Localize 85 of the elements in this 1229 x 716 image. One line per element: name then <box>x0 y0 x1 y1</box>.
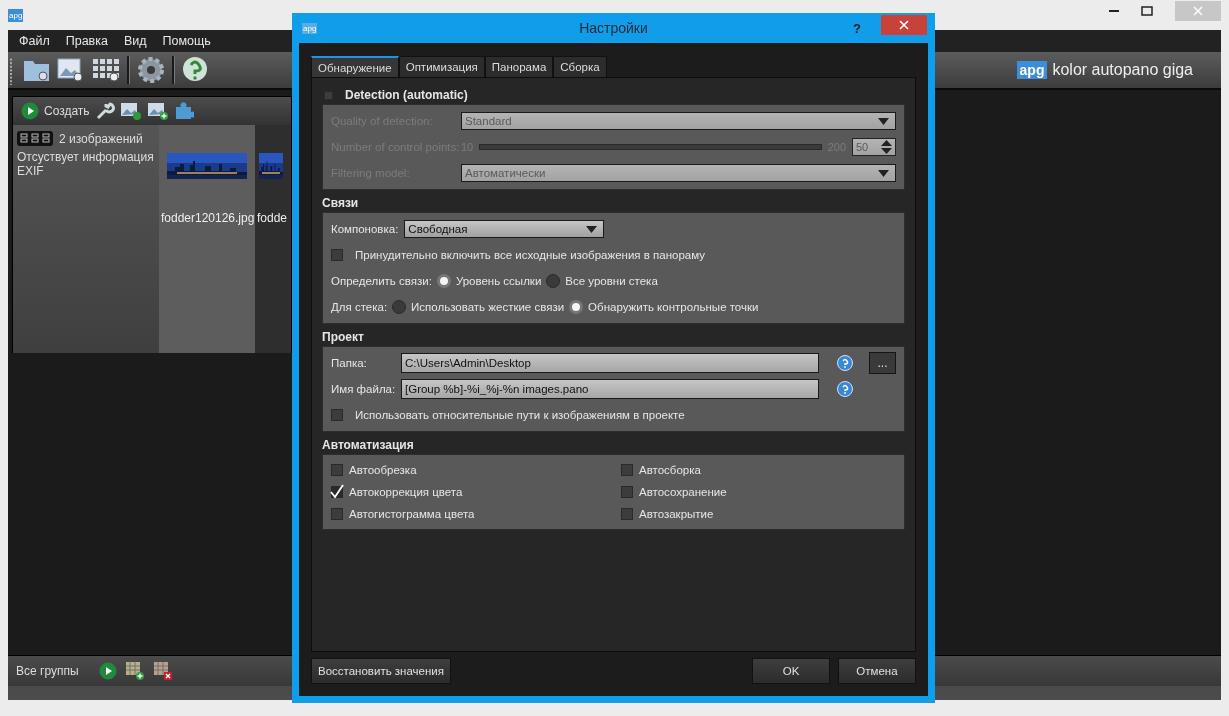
play-icon <box>21 102 39 120</box>
section-title: Связи <box>322 196 359 210</box>
radio-button[interactable] <box>569 300 584 314</box>
help-icon[interactable] <box>837 355 853 371</box>
folder-field[interactable]: C:\Users\Admin\Desktop <box>401 353 819 373</box>
file-name: fodder120126.jpg <box>160 211 255 225</box>
checkbox-label: Автообрезка <box>349 464 417 476</box>
section-title: Detection (automatic) <box>345 88 468 102</box>
section-title: Проект <box>322 330 364 344</box>
checkbox[interactable] <box>331 409 343 421</box>
help-button[interactable]: ? <box>853 20 861 36</box>
tab[interactable]: Панорама <box>484 56 554 77</box>
checkbox-label: Автогистограмма цвета <box>349 508 475 520</box>
checkbox[interactable] <box>331 486 343 498</box>
dialog-title: Настройки <box>578 20 649 36</box>
dropdown-arrow-icon <box>878 169 889 177</box>
app-icon: apg <box>302 22 318 34</box>
field-label: Имя файла: <box>331 383 395 395</box>
checkbox[interactable] <box>331 508 343 520</box>
settings-icon[interactable] <box>136 55 166 85</box>
cancel-button[interactable]: Отмена <box>838 658 916 684</box>
app-icon: apg <box>8 8 24 22</box>
menu-item[interactable]: Правка <box>57 34 116 48</box>
close-icon <box>899 20 909 30</box>
all-groups-label: Все группы <box>16 664 80 678</box>
checkbox[interactable] <box>621 486 633 498</box>
image-count: 2 изображений <box>59 131 143 146</box>
radio-label: Уровень ссылки <box>455 275 542 287</box>
image-search-icon[interactable] <box>57 57 85 83</box>
file-name-field[interactable]: [Group %b]-%i_%j-%n images.pano <box>401 379 819 399</box>
image-add-icon[interactable] <box>146 101 169 121</box>
file-name: fodde <box>256 211 287 225</box>
checkbox-label: Использовать относительные пути к изображениям в проекте <box>355 409 685 421</box>
field-label: Определить связи: <box>331 275 432 287</box>
thumbnail[interactable]: fodder120126.jpg <box>158 125 255 353</box>
field-label: Компоновка: <box>331 223 399 235</box>
checkbox[interactable] <box>621 464 633 476</box>
radio-label: Все уровни стека <box>565 275 658 287</box>
dropdown-arrow-icon <box>878 117 889 125</box>
grid-icon <box>17 131 53 146</box>
checkbox-label: Автосохранение <box>639 486 727 498</box>
maximize-icon[interactable] <box>1141 6 1153 16</box>
menu-item[interactable]: Вид <box>115 34 155 48</box>
play-icon[interactable] <box>99 662 117 680</box>
close-icon <box>1193 6 1203 16</box>
tab[interactable]: Обнаружение <box>311 56 399 77</box>
radio-button[interactable] <box>546 274 561 288</box>
checkbox-label: Автозакрытие <box>639 508 714 520</box>
ok-button[interactable]: OK <box>752 658 830 684</box>
wrench-icon[interactable] <box>94 101 115 121</box>
radio-label: Использовать жесткие связи <box>411 301 565 313</box>
minimize-icon[interactable] <box>1109 9 1119 13</box>
grid-search-icon[interactable] <box>91 57 121 83</box>
tab[interactable]: Сборка <box>553 56 607 77</box>
checkbox[interactable] <box>331 249 343 261</box>
image-info-icon[interactable] <box>119 101 142 121</box>
close-button[interactable] <box>881 15 927 35</box>
section-title: Автоматизация <box>322 438 414 452</box>
menu-item[interactable]: Файл <box>11 34 58 48</box>
help-icon[interactable] <box>837 381 853 397</box>
tab[interactable]: Оптимизация <box>398 56 485 77</box>
menu-item[interactable]: Помощь <box>154 34 219 48</box>
checkbox-label: Автосборка <box>639 464 701 476</box>
checkbox-label: Автокоррекция цвета <box>349 486 463 498</box>
table-add-icon[interactable] <box>125 661 145 681</box>
dropdown-arrow-icon <box>586 225 598 233</box>
browse-button[interactable]: ... <box>869 352 896 374</box>
layout-dropdown[interactable]: Свободная <box>404 220 605 238</box>
thumbnail[interactable]: fodde <box>254 125 291 353</box>
table-delete-icon[interactable] <box>153 661 173 681</box>
create-button[interactable]: Создать <box>21 102 90 120</box>
brand-name: kolor autopano giga <box>1052 61 1193 79</box>
restore-defaults-button[interactable]: Восстановить значения <box>311 658 451 684</box>
checkbox[interactable] <box>621 508 633 520</box>
exif-info-text: Отсуствует информация EXIF <box>17 150 155 178</box>
radio-button[interactable] <box>392 300 407 314</box>
checkbox-label: Принудительно включить все исходные изображения в панораму <box>355 249 705 261</box>
radio-label: Обнаружить контрольные точки <box>588 301 759 313</box>
radio-button[interactable] <box>436 274 451 288</box>
field-label: Папка: <box>331 357 368 369</box>
checkbox[interactable] <box>331 464 343 476</box>
brand-logo: apg <box>1016 61 1048 79</box>
field-label: Для стека: <box>331 301 388 313</box>
spin-arrows-icon <box>881 140 892 154</box>
puzzle-icon[interactable] <box>173 101 194 121</box>
